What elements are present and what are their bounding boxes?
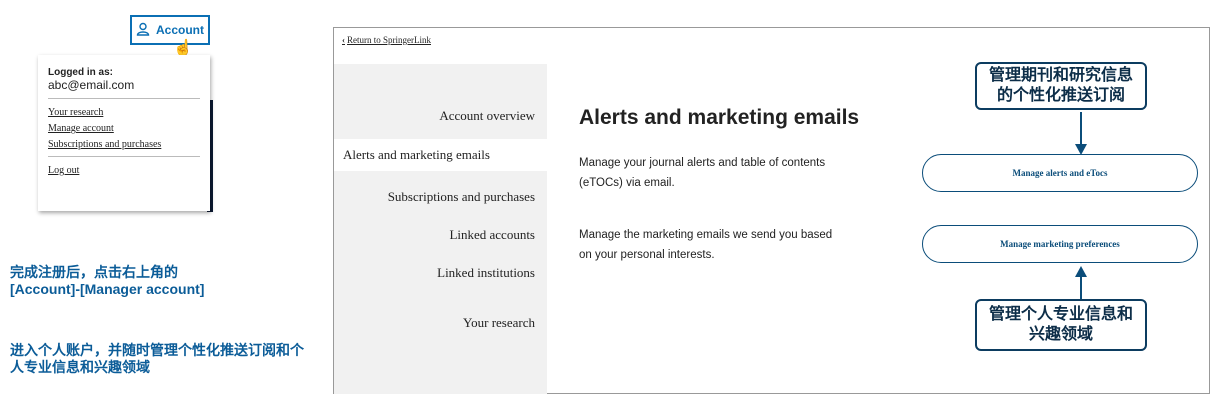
callout-bottom-line2: 兴趣领域 bbox=[1028, 326, 1093, 343]
page-title: Alerts and marketing emails bbox=[579, 106, 860, 129]
settings-sidebar: Account overview Alerts and marketing em… bbox=[334, 64, 547, 394]
account-button-label: Account bbox=[156, 23, 204, 37]
account-settings-panel: ‹ Return to SpringerLink Account overview… bbox=[333, 27, 1210, 394]
instruction-note-1-line1: 完成注册后，点击右上角的 bbox=[10, 264, 178, 280]
your-research-link[interactable]: Your research bbox=[48, 107, 200, 118]
arrow-up-icon bbox=[1075, 266, 1087, 300]
alerts-description: Manage your journal alerts and table of … bbox=[579, 153, 909, 193]
log-out-link[interactable]: Log out bbox=[48, 165, 200, 176]
sidebar-item-linked-accounts[interactable]: Linked accounts bbox=[334, 227, 547, 243]
marketing-description-line2: on your personal interests. bbox=[579, 249, 715, 261]
account-button[interactable]: Account bbox=[130, 15, 210, 45]
sidebar-item-alerts[interactable]: Alerts and marketing emails bbox=[334, 139, 547, 171]
marketing-description: Manage the marketing emails we send you … bbox=[579, 225, 909, 265]
alerts-description-line2: (eTOCs) via email. bbox=[579, 177, 675, 189]
instruction-note-1: 完成注册后，点击右上角的 [Account]-[Manager account] bbox=[10, 264, 310, 298]
sidebar-item-subscriptions[interactable]: Subscriptions and purchases bbox=[334, 189, 547, 205]
logged-in-label: Logged in as: bbox=[48, 67, 113, 78]
callout-top-line1: 管理期刊和研究信息 bbox=[988, 67, 1133, 84]
sidebar-item-linked-institutions[interactable]: Linked institutions bbox=[334, 265, 547, 281]
user-icon bbox=[136, 22, 150, 39]
dropdown-divider bbox=[48, 98, 200, 99]
manage-alerts-button[interactable]: Manage alerts and eTocs bbox=[922, 154, 1198, 192]
marketing-description-line1: Manage the marketing emails we send you … bbox=[579, 229, 833, 241]
manage-marketing-button[interactable]: Manage marketing preferences bbox=[922, 225, 1198, 263]
callout-professional-interests: 管理个人专业信息和 兴趣领域 bbox=[975, 299, 1147, 351]
sidebar-item-account-overview[interactable]: Account overview bbox=[334, 108, 547, 124]
account-dropdown: Logged in as: abc@email.com Your researc… bbox=[38, 55, 210, 211]
chevron-left-icon: ‹ bbox=[342, 35, 345, 45]
alerts-description-line1: Manage your journal alerts and table of … bbox=[579, 157, 826, 169]
callout-personalized-alerts: 管理期刊和研究信息 的个性化推送订阅 bbox=[975, 62, 1147, 110]
instruction-note-2: 进入个人账户，并随时管理个性化推送订阅和个人专业信息和兴趣领域 bbox=[10, 342, 304, 375]
dropdown-divider bbox=[48, 156, 200, 157]
user-email: abc@email.com bbox=[48, 78, 135, 92]
sidebar-item-your-research[interactable]: Your research bbox=[334, 315, 547, 331]
manage-account-link[interactable]: Manage account bbox=[48, 123, 200, 134]
subscriptions-link[interactable]: Subscriptions and purchases bbox=[48, 139, 200, 150]
return-link[interactable]: ‹ Return to SpringerLink bbox=[342, 35, 431, 45]
arrow-down-icon bbox=[1075, 112, 1087, 155]
callout-top-line2: 的个性化推送订阅 bbox=[996, 87, 1125, 104]
return-link-label: Return to SpringerLink bbox=[347, 35, 431, 45]
callout-bottom-line1: 管理个人专业信息和 bbox=[988, 306, 1133, 323]
instruction-note-1-line2: [Account]-[Manager account] bbox=[10, 281, 205, 297]
